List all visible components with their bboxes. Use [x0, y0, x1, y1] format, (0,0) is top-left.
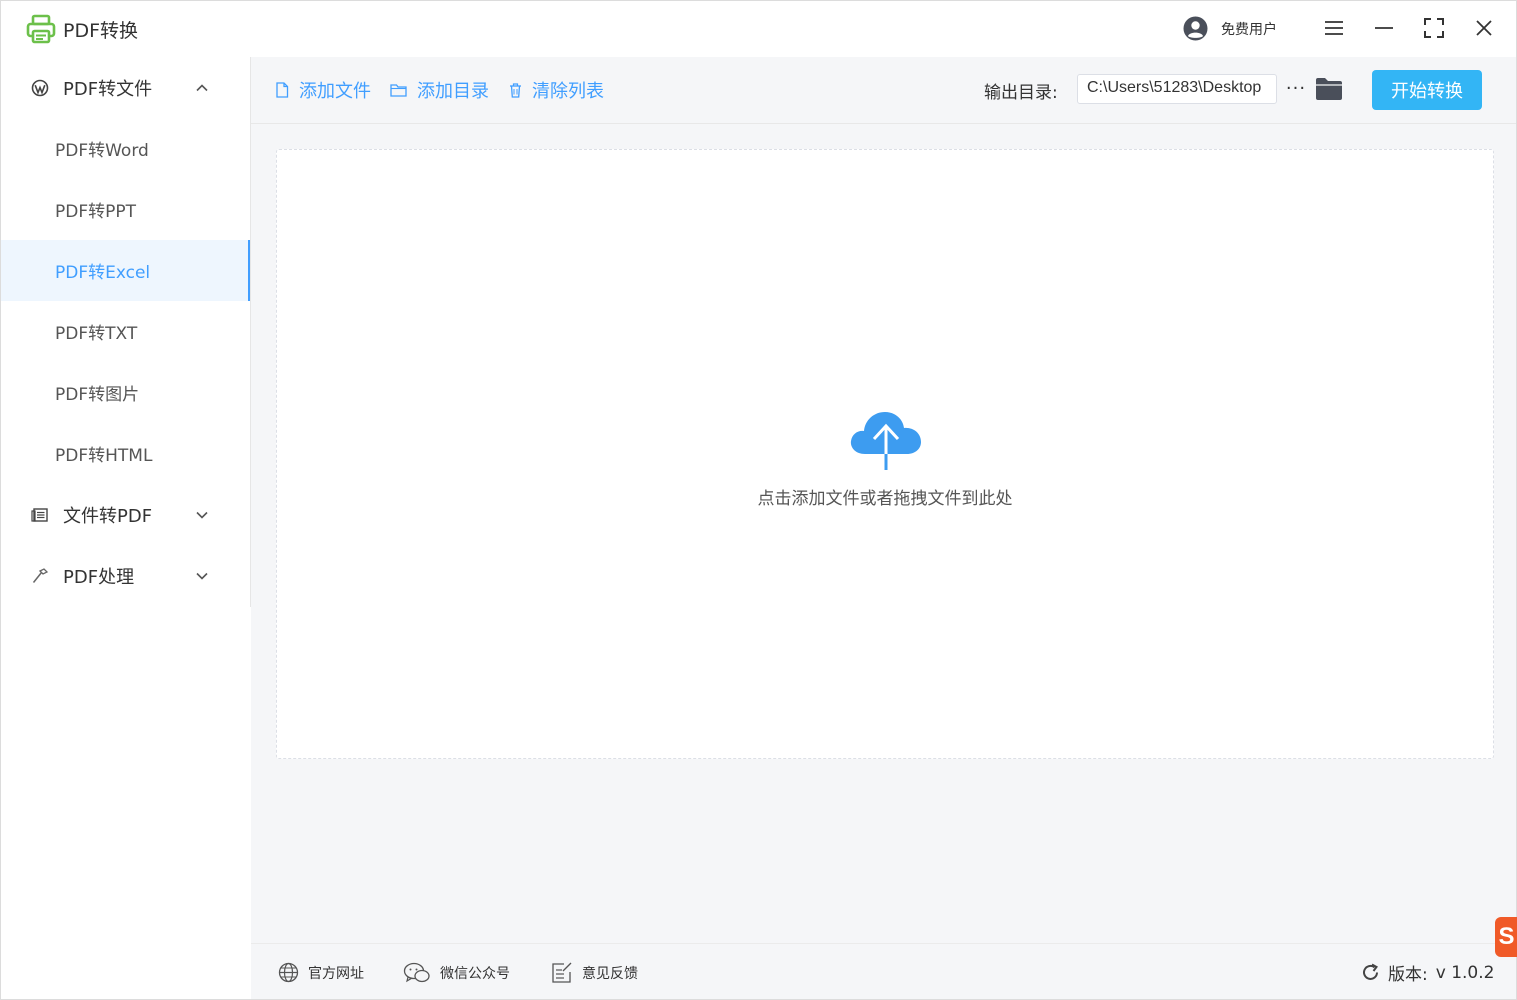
close-button[interactable] [1469, 13, 1499, 43]
add-folder-button[interactable]: 添加目录 [390, 77, 489, 103]
close-icon [1476, 20, 1492, 36]
fullscreen-icon [1424, 18, 1444, 38]
sidebar-group-file-to-pdf[interactable]: 文件转PDF [1, 484, 250, 545]
wechat-account-label: 微信公众号 [440, 966, 510, 982]
add-file-label: 添加文件 [299, 81, 371, 102]
feedback-link[interactable]: 意见反馈 [551, 962, 638, 984]
official-website-label: 官方网址 [308, 965, 364, 982]
file-dropzone[interactable]: 点击添加文件或者拖拽文件到此处 [276, 149, 1494, 759]
sidebar-item-label: PDF转Word [55, 141, 149, 161]
add-file-button[interactable]: 添加文件 [275, 77, 371, 103]
start-convert-button[interactable]: 开始转换 [1372, 70, 1482, 110]
chevron-down-icon [196, 572, 208, 580]
wechat-icon [403, 962, 430, 983]
sidebar: PDF转文件 PDF转Word PDF转PPT PDF转Excel PDF转TX… [1, 57, 251, 607]
menu-icon [1325, 21, 1343, 35]
menu-button[interactable] [1319, 13, 1349, 43]
sidebar-item-label: PDF转Excel [55, 263, 151, 283]
printer-logo-icon [26, 14, 56, 44]
sidebar-item-pdf-to-excel[interactable]: PDF转Excel [1, 240, 250, 301]
user-label: 免费用户 [1221, 21, 1277, 38]
version-value: v 1.0.2 [1435, 962, 1495, 983]
sidebar-group-pdf-process[interactable]: PDF处理 [1, 545, 250, 606]
app-window: PDF转换 免费用户 PDF转文件 PDF转Word PDF转PPT PDF转E… [0, 0, 1517, 1000]
file-icon [276, 82, 289, 98]
add-folder-label: 添加目录 [417, 81, 489, 102]
wechat-account-link[interactable]: 微信公众号 [403, 962, 510, 984]
footer: 官方网址 微信公众号 意见反馈 版本: v 1.0.2 [251, 943, 1516, 999]
cloud-upload-icon [850, 412, 921, 470]
sidebar-group-label: PDF转文件 [63, 78, 153, 100]
sidebar-item-pdf-to-image[interactable]: PDF转图片 [1, 362, 250, 423]
ime-badge-icon[interactable]: S [1495, 917, 1517, 957]
sidebar-group-label: 文件转PDF [63, 505, 153, 527]
clear-list-button[interactable]: 清除列表 [509, 77, 604, 103]
title-bar: PDF转换 免费用户 [1, 1, 1516, 57]
feedback-label: 意见反馈 [582, 966, 638, 982]
app-title: PDF转换 [63, 20, 139, 42]
browse-more-button[interactable]: ··· [1285, 73, 1307, 103]
clear-list-label: 清除列表 [532, 81, 604, 102]
version-label: 版本: [1388, 965, 1428, 985]
chevron-down-icon [196, 511, 208, 519]
sidebar-item-pdf-to-html[interactable]: PDF转HTML [1, 423, 250, 484]
trash-icon [510, 82, 521, 98]
hammer-icon [32, 567, 49, 583]
sidebar-item-pdf-to-ppt[interactable]: PDF转PPT [1, 179, 250, 240]
chevron-up-icon [196, 83, 208, 91]
folder-icon [390, 84, 407, 97]
sidebar-item-label: PDF转TXT [55, 324, 138, 344]
document-icon [31, 507, 48, 522]
sidebar-item-label: PDF转图片 [55, 385, 140, 405]
feedback-edit-icon [552, 962, 572, 983]
output-dir-input[interactable]: C:\Users\51283\Desktop [1077, 74, 1277, 104]
sidebar-item-pdf-to-word[interactable]: PDF转Word [1, 118, 250, 179]
user-account[interactable]: 免费用户 [1183, 16, 1277, 41]
dropzone-hint: 点击添加文件或者拖拽文件到此处 [757, 489, 1013, 509]
minimize-icon [1375, 27, 1393, 29]
minimize-button[interactable] [1369, 13, 1399, 43]
open-folder-icon[interactable] [1315, 76, 1343, 102]
wordpress-icon [31, 79, 49, 96]
user-avatar-icon [1183, 16, 1208, 41]
sidebar-group-pdf-to-file[interactable]: PDF转文件 [1, 57, 250, 118]
sidebar-item-label: PDF转HTML [55, 446, 153, 466]
toolbar: 添加文件 添加目录 清除列表 输出目录: C:\Users\51283\Desk… [251, 57, 1516, 124]
sidebar-item-label: PDF转PPT [55, 202, 137, 222]
globe-icon [278, 962, 299, 983]
sidebar-item-pdf-to-txt[interactable]: PDF转TXT [1, 301, 250, 362]
maximize-button[interactable] [1419, 13, 1449, 43]
output-dir-label: 输出目录: [984, 83, 1058, 103]
main-panel: 添加文件 添加目录 清除列表 输出目录: C:\Users\51283\Desk… [251, 57, 1516, 943]
version-info[interactable]: 版本: v 1.0.2 [1361, 960, 1494, 985]
sidebar-group-label: PDF处理 [63, 566, 135, 588]
official-website-link[interactable]: 官方网址 [278, 962, 364, 983]
refresh-icon [1363, 963, 1378, 980]
